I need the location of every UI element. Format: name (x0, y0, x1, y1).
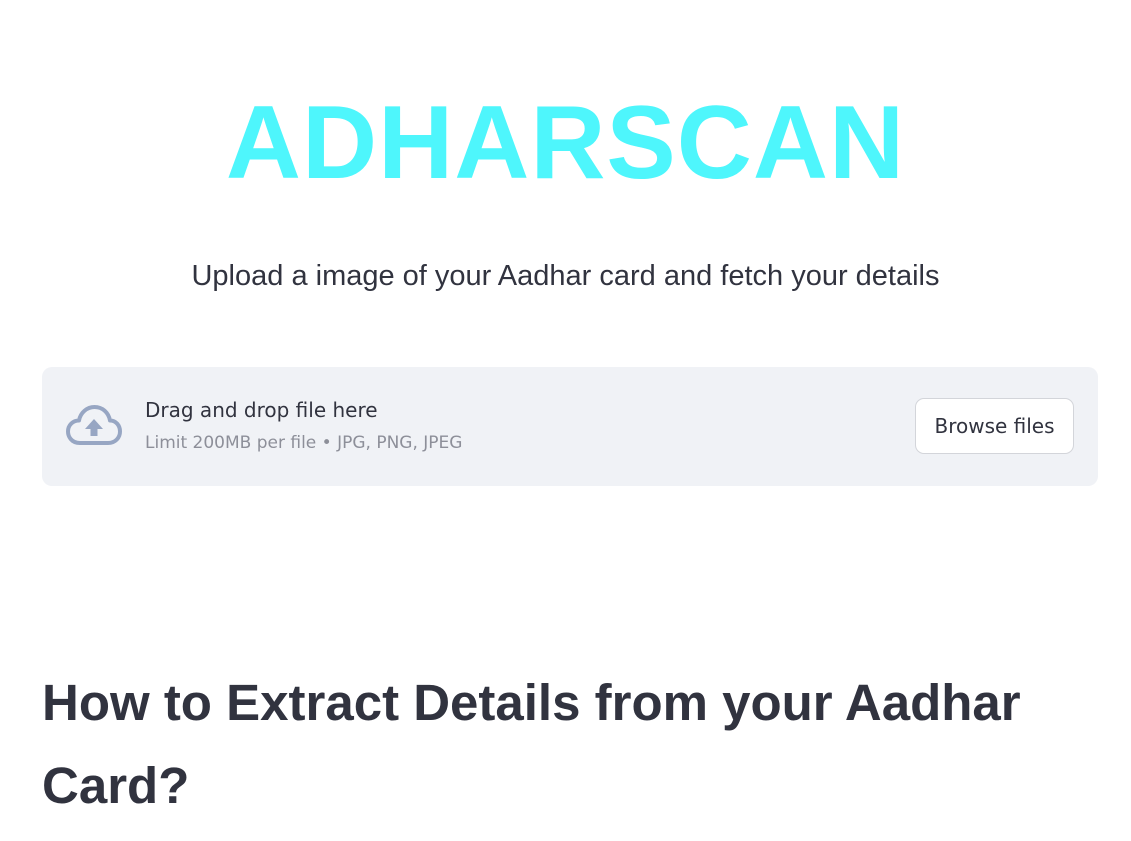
file-dropzone[interactable]: Drag and drop file here Limit 200MB per … (42, 367, 1098, 486)
browse-files-button[interactable]: Browse files (915, 398, 1074, 454)
cloud-upload-icon (66, 405, 122, 447)
section-heading: How to Extract Details from your Aadhar … (42, 674, 1021, 814)
dropzone-text: Drag and drop file here Limit 200MB per … (145, 395, 462, 455)
dropzone-limit: Limit 200MB per file • JPG, PNG, JPEG (145, 433, 463, 453)
page-subtitle: Upload a image of your Aadhar card and f… (191, 260, 940, 292)
dropzone-instructions: Drag and drop file here (145, 398, 378, 422)
app-title: ADHARSCAN (225, 85, 906, 201)
